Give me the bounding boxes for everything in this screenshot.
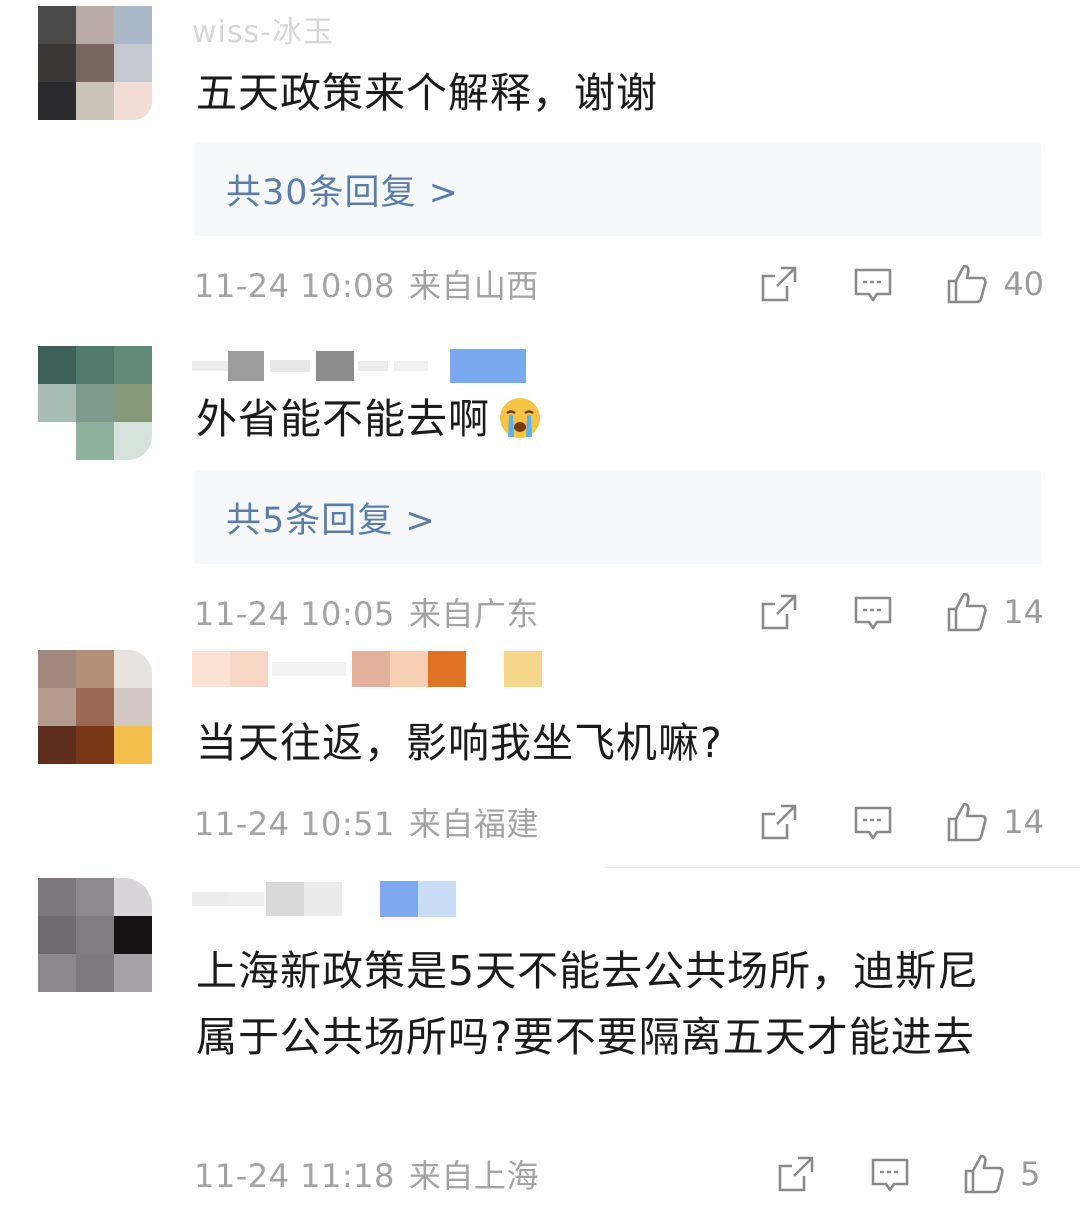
- comment-icon[interactable]: [851, 590, 895, 634]
- comment-location: 来自上海: [408, 1157, 539, 1195]
- comment-date: 11-24 11:18: [194, 1157, 395, 1195]
- username[interactable]: [192, 880, 456, 918]
- comment-actions: 5: [774, 1146, 1044, 1202]
- avatar[interactable]: [38, 878, 152, 992]
- comment-meta: 11-24 10:08 来自山西 40: [194, 256, 1044, 312]
- share-icon[interactable]: [757, 800, 801, 844]
- thumbs-up-icon: [945, 590, 989, 634]
- share-icon[interactable]: [774, 1152, 818, 1196]
- share-icon[interactable]: [757, 590, 801, 634]
- share-icon[interactable]: [757, 262, 801, 306]
- comment-icon[interactable]: [851, 262, 895, 306]
- comment-meta: 11-24 11:18 来自上海 5: [194, 1146, 1044, 1202]
- like-count: 14: [1003, 593, 1044, 631]
- avatar[interactable]: [38, 6, 152, 120]
- comment-text: 五天政策来个解释，谢谢: [196, 69, 658, 117]
- reply-count-label: 共30条回复 >: [226, 172, 459, 213]
- comment-meta: 11-24 10:51 来自福建 14: [194, 794, 1044, 850]
- like-count: 14: [1003, 803, 1044, 841]
- comment-meta: 11-24 10:05 来自广东 14: [194, 584, 1044, 640]
- username[interactable]: [192, 650, 542, 688]
- thumbs-up-icon: [945, 262, 989, 306]
- like-button[interactable]: 40: [945, 262, 1044, 306]
- comment-icon[interactable]: [868, 1152, 912, 1196]
- view-replies-button[interactable]: 共30条回复 >: [194, 142, 1041, 236]
- comment-text: 当天往返，影响我坐飞机嘛?: [196, 719, 723, 767]
- reply-count-label: 共5条回复 >: [226, 500, 436, 541]
- like-count: 5: [1020, 1155, 1041, 1193]
- comment-text: 上海新政策是5天不能去公共场所，迪斯尼属于公共场所吗?要不要隔离五天才能进去: [196, 947, 980, 1061]
- like-button[interactable]: 5: [962, 1152, 1044, 1196]
- comment-location: 来自山西: [408, 267, 539, 305]
- view-replies-button[interactable]: 共5条回复 >: [194, 470, 1041, 564]
- username[interactable]: wiss-冰玉: [192, 10, 340, 50]
- like-button[interactable]: 14: [945, 800, 1044, 844]
- comment-text: 外省能不能去啊: [196, 395, 490, 443]
- username-text: wiss-冰玉: [192, 15, 334, 50]
- avatar[interactable]: [38, 346, 152, 460]
- thumbs-up-icon: [962, 1152, 1006, 1196]
- thumbs-up-icon: [945, 800, 989, 844]
- username[interactable]: [192, 347, 526, 385]
- comment-timestamp: 11-24 10:08 来自山西: [194, 261, 539, 307]
- comment-date: 11-24 10:51: [194, 805, 395, 843]
- crying-face-emoji: [496, 393, 544, 441]
- comment-timestamp: 11-24 10:05 来自广东: [194, 589, 539, 635]
- comment-icon[interactable]: [851, 800, 895, 844]
- comment-location: 来自福建: [408, 805, 539, 843]
- divider: [604, 867, 1080, 868]
- comment-timestamp: 11-24 11:18 来自上海: [194, 1151, 539, 1197]
- comment-date: 11-24 10:05: [194, 595, 395, 633]
- comment-actions: 14: [757, 794, 1044, 850]
- like-count: 40: [1003, 265, 1044, 303]
- like-button[interactable]: 14: [945, 590, 1044, 634]
- comment-date: 11-24 10:08: [194, 267, 395, 305]
- comment-actions: 40: [757, 256, 1044, 312]
- avatar[interactable]: [38, 650, 152, 764]
- comment-actions: 14: [757, 584, 1044, 640]
- comment-location: 来自广东: [408, 595, 539, 633]
- comment-text-row: 外省能不能去啊: [196, 386, 1010, 452]
- comment-timestamp: 11-24 10:51 来自福建: [194, 799, 539, 845]
